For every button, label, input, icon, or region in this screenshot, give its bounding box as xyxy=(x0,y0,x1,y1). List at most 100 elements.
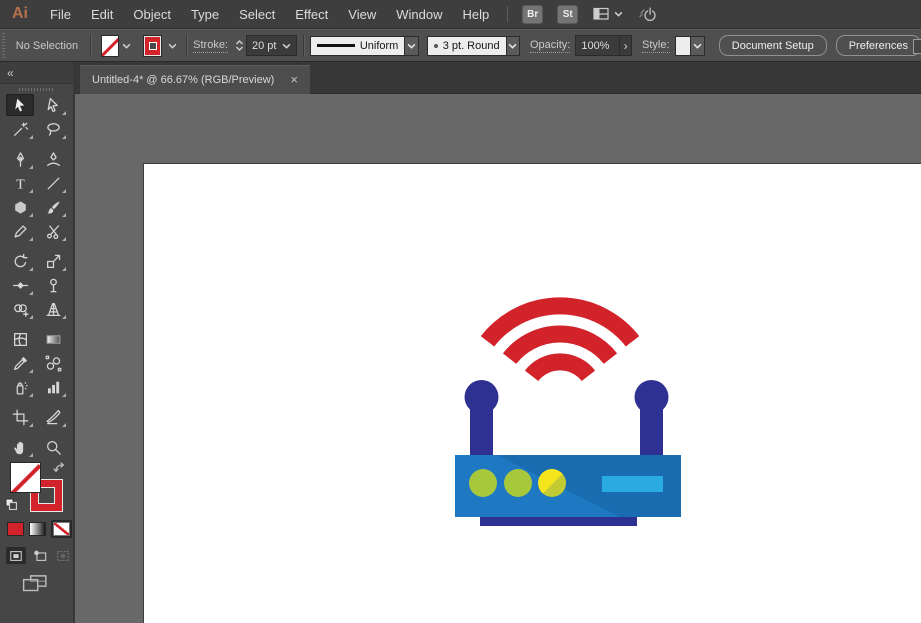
menu-edit[interactable]: Edit xyxy=(81,7,123,22)
menu-type[interactable]: Type xyxy=(181,7,229,22)
fill-dropdown-chevron-icon[interactable] xyxy=(119,43,134,49)
style-panel-link[interactable]: Style: xyxy=(642,39,670,53)
router-antennas[interactable] xyxy=(464,380,669,457)
stroke-color-swatch[interactable] xyxy=(143,34,163,57)
stroke-dropdown-chevron-icon[interactable] xyxy=(165,43,180,49)
menu-effect[interactable]: Effect xyxy=(285,7,338,22)
column-graph-tool[interactable] xyxy=(39,376,67,398)
menu-select[interactable]: Select xyxy=(229,7,285,22)
fill-color-swatch[interactable] xyxy=(100,34,120,57)
puppet-warp-tool[interactable] xyxy=(39,274,67,296)
document-tab[interactable]: Untitled-4* @ 66.67% (RGB/Preview) × xyxy=(80,65,310,94)
curvature-tool[interactable] xyxy=(39,148,67,170)
control-bar-grip[interactable] xyxy=(2,33,8,58)
opacity-panel-link[interactable]: Opacity: xyxy=(529,39,571,53)
led-2[interactable] xyxy=(504,469,532,497)
screen-mode-button[interactable] xyxy=(0,564,73,599)
menu-bar: Ai File Edit Object Type Select Effect View Win… xyxy=(0,0,921,29)
style-chevron-icon[interactable] xyxy=(691,35,705,56)
scissors-tool[interactable] xyxy=(39,220,67,242)
default-fill-stroke-icon[interactable] xyxy=(5,497,18,515)
gradient-button[interactable] xyxy=(29,522,46,536)
menu-window[interactable]: Window xyxy=(386,7,452,22)
collapse-panel-icon[interactable]: « xyxy=(7,66,14,80)
stroke-panel-link[interactable]: Stroke: xyxy=(193,39,228,53)
menu-file[interactable]: File xyxy=(40,7,81,22)
type-tool[interactable]: T xyxy=(6,172,34,194)
direct-selection-tool[interactable] xyxy=(39,94,67,116)
control-bar-divider xyxy=(186,34,188,57)
artboard-tool[interactable] xyxy=(6,406,34,428)
zoom-tool[interactable] xyxy=(39,436,67,458)
draw-inside-mode-icon[interactable] xyxy=(53,547,73,564)
menu-object[interactable]: Object xyxy=(123,7,181,22)
fill-stroke-indicators xyxy=(0,460,73,514)
gradient-tool[interactable] xyxy=(39,328,67,350)
lasso-tool[interactable] xyxy=(39,118,67,140)
stroke-weight-stepper[interactable] xyxy=(233,40,246,51)
led-3[interactable] xyxy=(538,469,566,497)
tools-panel-grip[interactable] xyxy=(0,84,73,94)
width-profile-dropdown[interactable]: Uniform xyxy=(309,35,406,56)
tab-close-icon[interactable]: × xyxy=(290,73,298,86)
router-illustration[interactable] xyxy=(440,280,700,540)
mesh-tool[interactable] xyxy=(6,328,34,350)
selection-tool[interactable] xyxy=(6,94,34,116)
led-1[interactable] xyxy=(469,469,497,497)
scale-tool[interactable] xyxy=(39,250,67,272)
magic-wand-tool[interactable] xyxy=(6,118,34,140)
shaper-tool[interactable] xyxy=(6,220,34,242)
draw-behind-mode-icon[interactable] xyxy=(30,547,50,564)
width-tool[interactable] xyxy=(6,274,34,296)
opacity-arrow-button[interactable]: › xyxy=(620,35,633,56)
workspace-switcher-icon[interactable] xyxy=(592,6,623,22)
none-button[interactable] xyxy=(51,520,72,538)
pen-tool[interactable] xyxy=(6,148,34,170)
touch-workspace-icon[interactable] xyxy=(637,5,657,23)
width-profile-chevron-icon[interactable] xyxy=(405,35,419,56)
stroke-weight-field[interactable]: 20 pt xyxy=(246,35,297,56)
tool-row xyxy=(0,220,73,242)
panel-menu-icon-clipped[interactable] xyxy=(913,39,921,54)
display-bar[interactable] xyxy=(602,476,663,492)
brush-preview-dot xyxy=(433,43,438,48)
tool-row xyxy=(0,436,73,458)
menu-view[interactable]: View xyxy=(338,7,386,22)
wifi-signal[interactable] xyxy=(480,297,640,382)
brush-definition-dropdown[interactable]: 3 pt. Round xyxy=(426,35,507,56)
tool-row xyxy=(0,118,73,140)
antenna-right-knob[interactable] xyxy=(634,380,669,414)
eyedropper-tool[interactable] xyxy=(6,352,34,374)
rotate-tool[interactable] xyxy=(6,250,34,272)
fill-indicator[interactable] xyxy=(10,462,41,493)
opacity-value: 100% xyxy=(581,39,610,52)
polygon-tool[interactable] xyxy=(6,196,34,218)
selection-status: No Selection xyxy=(15,39,79,52)
shape-builder-tool[interactable] xyxy=(6,298,34,320)
line-segment-tool[interactable] xyxy=(39,172,67,194)
blend-tool[interactable] xyxy=(39,352,67,374)
color-button[interactable] xyxy=(7,522,24,536)
perspective-grid-tool[interactable] xyxy=(39,298,67,320)
artboard[interactable] xyxy=(143,163,921,623)
canvas-pasteboard[interactable] xyxy=(75,94,921,623)
svg-text:T: T xyxy=(16,176,25,191)
brush-definition-chevron-icon[interactable] xyxy=(506,35,520,56)
hand-tool[interactable] xyxy=(6,436,34,458)
menu-help[interactable]: Help xyxy=(452,7,499,22)
stock-button[interactable]: St xyxy=(557,4,579,24)
draw-normal-mode-icon[interactable] xyxy=(6,547,26,564)
style-swatch[interactable] xyxy=(674,35,692,56)
document-setup-button[interactable]: Document Setup xyxy=(718,35,827,56)
preferences-button[interactable]: Preferences xyxy=(835,35,921,56)
stroke-profile-preview xyxy=(316,44,355,47)
router-body-group[interactable] xyxy=(455,455,681,526)
paintbrush-tool[interactable] xyxy=(39,196,67,218)
wifi-arc-inner[interactable] xyxy=(524,353,596,382)
bridge-button[interactable]: Br xyxy=(522,4,544,24)
symbol-sprayer-tool[interactable] xyxy=(6,376,34,398)
opacity-field[interactable]: 100% xyxy=(575,35,621,56)
swap-fill-stroke-icon[interactable] xyxy=(53,461,67,479)
antenna-left-knob[interactable] xyxy=(464,380,499,414)
slice-tool[interactable] xyxy=(39,406,67,428)
